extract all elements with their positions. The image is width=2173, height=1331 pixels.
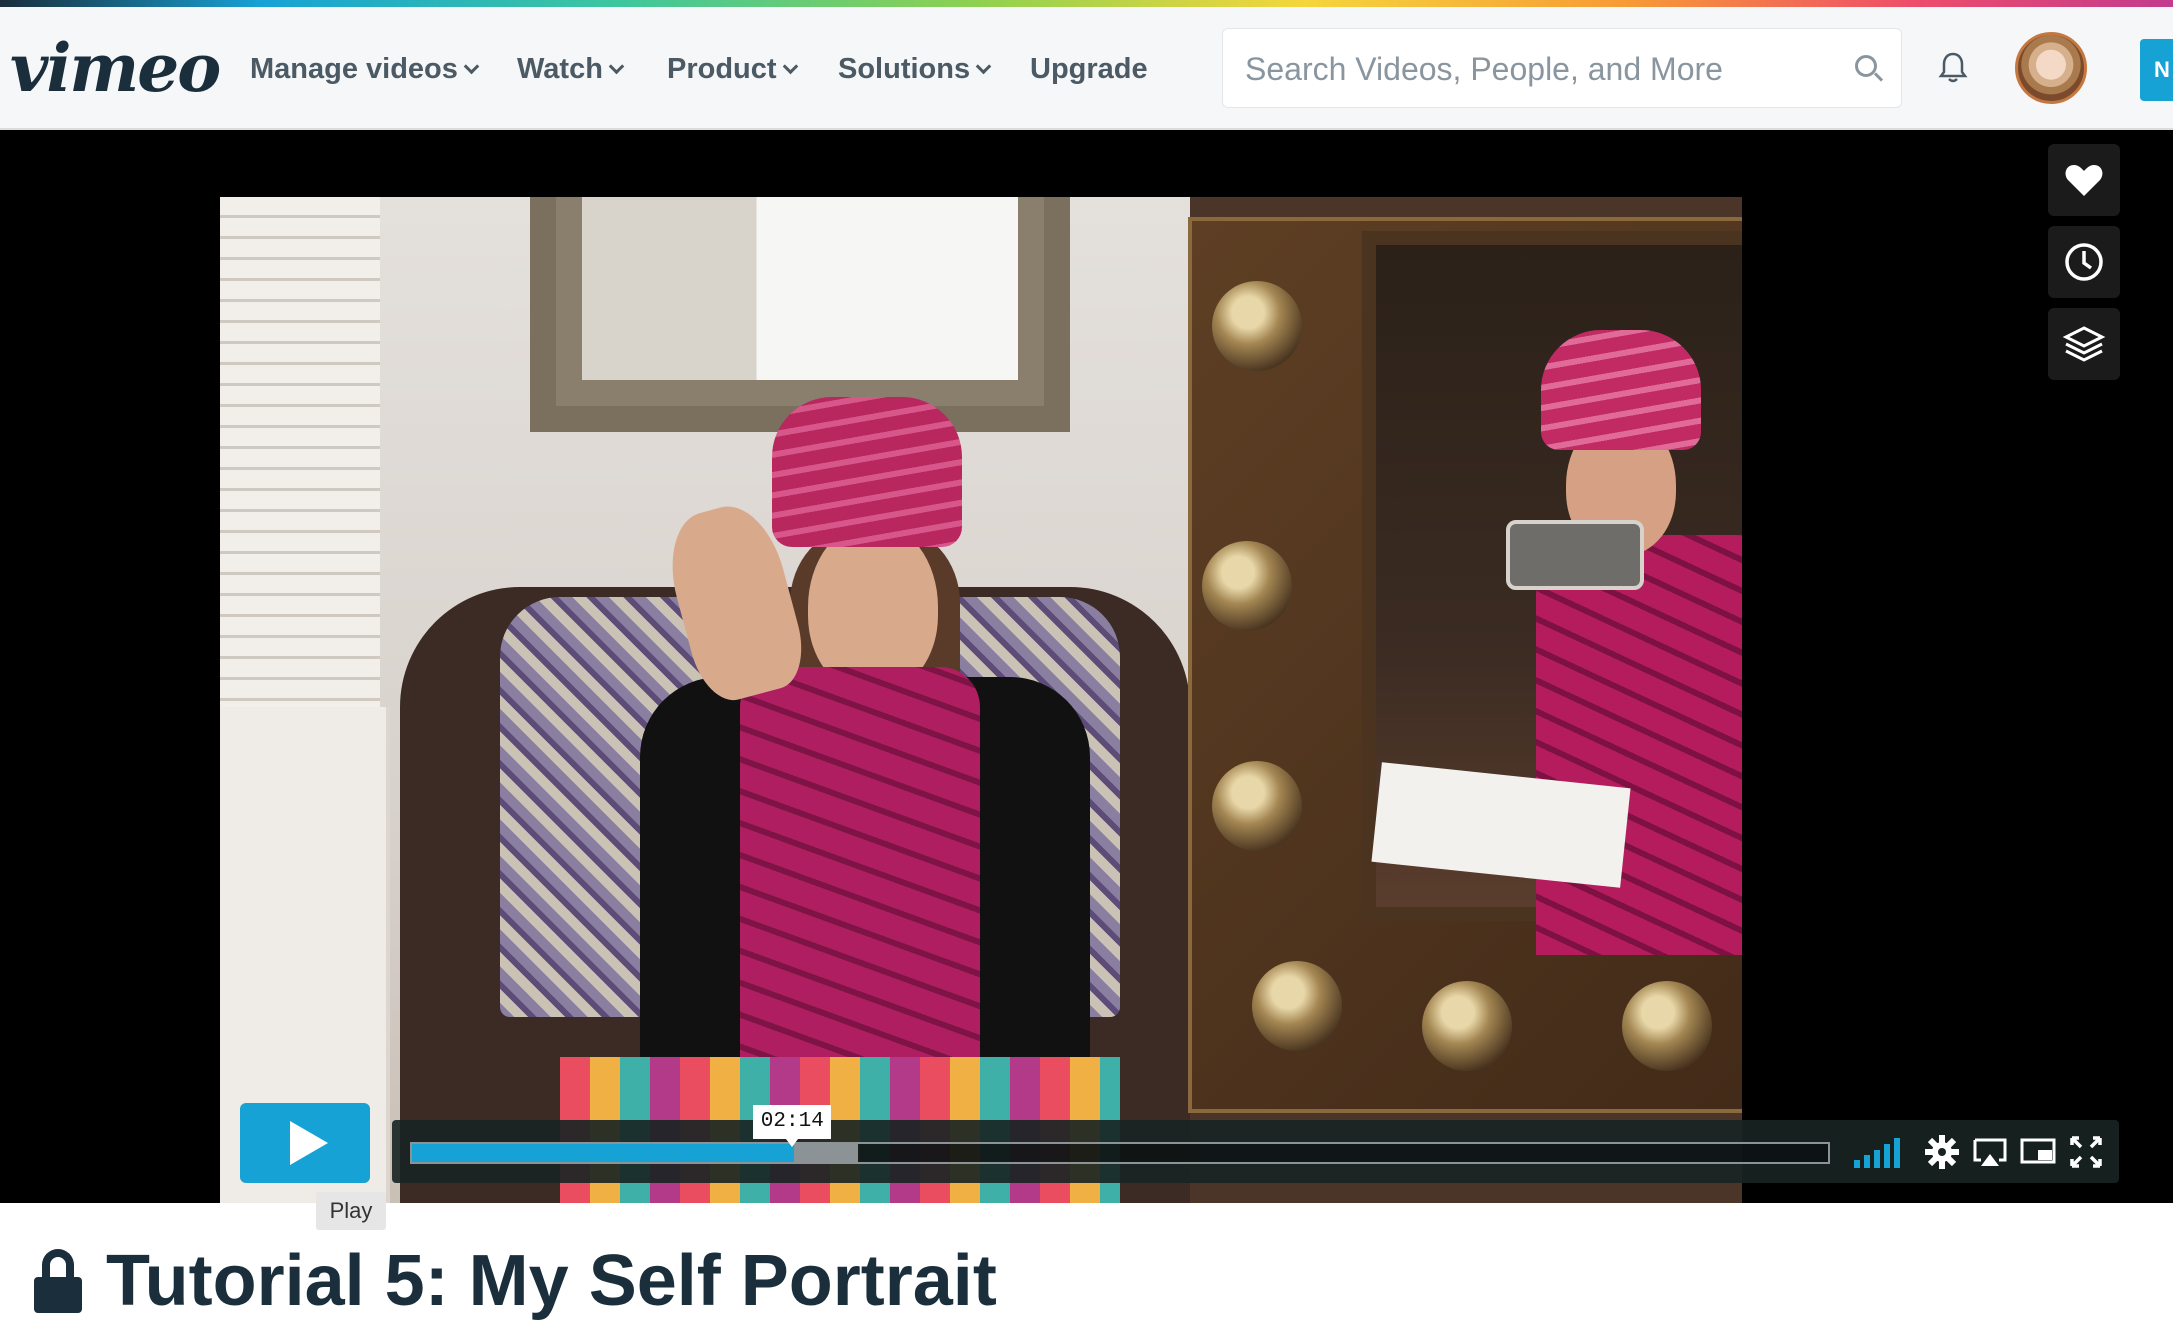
video-scene-ornate-mirror xyxy=(1188,217,1742,1113)
layers-icon xyxy=(2062,326,2106,362)
airplay-icon[interactable] xyxy=(1970,1132,2010,1172)
video-scene-blinds xyxy=(220,197,380,717)
search-input[interactable] xyxy=(1245,43,1805,95)
clock-icon xyxy=(2065,243,2103,281)
video-title: Tutorial 5: My Self Portrait xyxy=(106,1241,997,1321)
nav-label: Product xyxy=(667,53,777,85)
brand-color-strip xyxy=(0,0,2173,7)
chevron-down-icon xyxy=(782,58,798,75)
bell-icon[interactable] xyxy=(1938,51,1968,85)
video-scene-person-hat xyxy=(772,397,962,547)
watch-later-button[interactable] xyxy=(2048,226,2120,298)
lock-icon xyxy=(34,1249,82,1313)
video-frame[interactable] xyxy=(220,197,1742,1203)
chevron-down-icon xyxy=(608,58,625,75)
volume-bars-icon[interactable] xyxy=(1854,1138,1904,1168)
nav-product[interactable]: Product xyxy=(667,53,798,86)
nav-watch[interactable]: Watch xyxy=(517,53,625,86)
play-icon xyxy=(290,1121,328,1165)
chevron-down-icon xyxy=(975,58,992,75)
play-button[interactable] xyxy=(240,1103,370,1183)
video-player[interactable]: Play 02:14 xyxy=(0,130,2173,1230)
search-icon[interactable] xyxy=(1855,55,1877,77)
avatar[interactable] xyxy=(2015,32,2087,104)
play-tooltip: Play xyxy=(316,1192,386,1230)
video-scene-wall-mirror xyxy=(530,197,1070,432)
progress-played xyxy=(412,1144,795,1162)
vimeo-logo[interactable]: vimeo xyxy=(10,29,221,107)
gear-icon[interactable] xyxy=(1922,1132,1962,1172)
time-tooltip: 02:14 xyxy=(753,1105,832,1147)
nav-label: Upgrade xyxy=(1030,53,1148,85)
chevron-down-icon xyxy=(463,58,480,75)
search-box[interactable] xyxy=(1222,28,1902,108)
fullscreen-icon[interactable] xyxy=(2066,1132,2106,1172)
nav-solutions[interactable]: Solutions xyxy=(838,53,992,86)
nav-manage-videos[interactable]: Manage videos xyxy=(250,53,480,86)
heart-icon xyxy=(2065,165,2103,196)
pip-icon[interactable] xyxy=(2018,1132,2058,1172)
progress-track[interactable] xyxy=(410,1142,1830,1164)
nav-label: Watch xyxy=(517,53,603,85)
nav-upgrade[interactable]: Upgrade xyxy=(1030,53,1148,86)
top-header: vimeo Manage videos Watch Product Soluti… xyxy=(0,7,2173,130)
control-bar xyxy=(392,1120,2119,1183)
new-video-button[interactable]: N xyxy=(2140,39,2173,101)
nav-label: Solutions xyxy=(838,53,971,85)
video-scene-mirror-glass xyxy=(1362,231,1742,955)
video-title-row: Tutorial 5: My Self Portrait xyxy=(34,1240,997,1322)
nav-label: Manage videos xyxy=(250,53,458,85)
like-button[interactable] xyxy=(2048,144,2120,216)
collections-button[interactable] xyxy=(2048,308,2120,380)
